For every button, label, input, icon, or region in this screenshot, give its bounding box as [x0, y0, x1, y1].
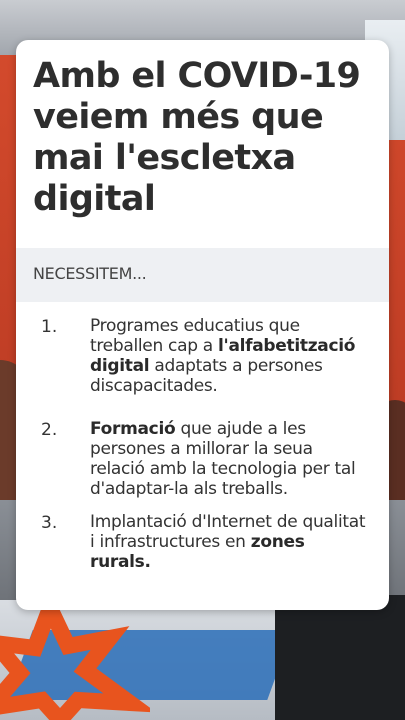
- star-outline-icon: [0, 608, 150, 720]
- info-card: Amb el COVID-19 veiem més que mai l'escl…: [16, 40, 389, 610]
- list-item-text: Implantació d'Internet de qualitat i inf…: [90, 512, 366, 572]
- list-item: 2. Formació que ajude a les persones a m…: [16, 419, 389, 512]
- list-item-text-bold: Formació: [90, 419, 176, 439]
- list-item-text: Programes educatius que treballen cap a …: [90, 316, 366, 396]
- list-item-text: Formació que ajude a les persones a mill…: [90, 419, 366, 499]
- section-header: NECESSITEM...: [16, 248, 389, 302]
- star-decoration-icon: [0, 608, 150, 720]
- background-monitor: [275, 595, 405, 720]
- card-title: Amb el COVID-19 veiem més que mai l'escl…: [33, 56, 361, 219]
- list-item-text-pre: Implantació d'Internet de qualitat i inf…: [90, 512, 366, 552]
- list-item: 1. Programes educatius que treballen cap…: [16, 316, 389, 419]
- list-item-number: 2.: [41, 420, 58, 440]
- list-item-number: 3.: [41, 513, 58, 533]
- needs-list: 1. Programes educatius que treballen cap…: [16, 316, 389, 582]
- list-item: 3. Implantació d'Internet de qualitat i …: [16, 512, 389, 582]
- section-label: NECESSITEM...: [33, 264, 147, 283]
- list-item-number: 1.: [41, 317, 58, 337]
